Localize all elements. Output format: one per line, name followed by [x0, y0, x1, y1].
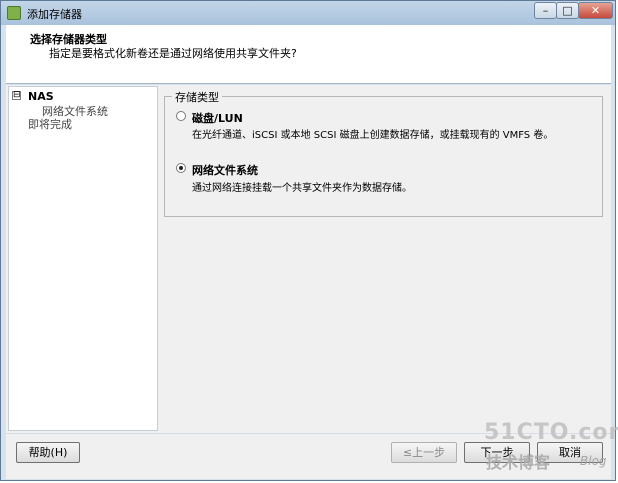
maximize-button[interactable]: □: [556, 2, 579, 19]
disk-lun-radio[interactable]: [176, 111, 186, 121]
window-title: 添加存储器: [27, 8, 82, 21]
disk-lun-label[interactable]: 磁盘/LUN: [192, 110, 243, 126]
help-button[interactable]: 帮助(H): [16, 442, 80, 463]
app-icon: [7, 6, 21, 20]
storage-type-legend: 存储类型: [172, 89, 222, 105]
collapse-icon[interactable]: ⊟: [12, 91, 21, 100]
nav-item-ready-to-complete[interactable]: 即将完成: [28, 116, 72, 132]
add-storage-window: 添加存储器 – □ ✕ 选择存储器类型 指定是要格式化新卷还是通过网络使用共享文…: [0, 0, 616, 481]
close-button[interactable]: ✕: [578, 2, 613, 19]
cancel-button[interactable]: 取消: [537, 442, 603, 463]
wizard-body: ⊟ NAS 网络文件系统 即将完成 存储类型 磁盘/LUN 在光纤通道、iSCS…: [6, 85, 611, 433]
minimize-button[interactable]: –: [534, 2, 557, 19]
step-navigation: ⊟ NAS 网络文件系统 即将完成: [8, 86, 158, 431]
title-bar[interactable]: 添加存储器 – □ ✕: [1, 1, 615, 25]
next-button[interactable]: 下一步: [464, 442, 530, 463]
nfs-radio[interactable]: [176, 163, 186, 173]
page-subtitle: 指定是要格式化新卷还是通过网络使用共享文件夹?: [49, 47, 297, 60]
nfs-description: 通过网络连接挂载一个共享文件夹作为数据存储。: [192, 183, 412, 194]
wizard-footer: 帮助(H) ≤上一步 下一步 取消: [6, 433, 611, 479]
disk-lun-description: 在光纤通道、iSCSI 或本地 SCSI 磁盘上创建数据存储，或挂载现有的 VM…: [192, 130, 554, 141]
wizard-header: 选择存储器类型 指定是要格式化新卷还是通过网络使用共享文件夹?: [6, 25, 611, 84]
nav-item-nas[interactable]: NAS: [28, 90, 54, 103]
nfs-label[interactable]: 网络文件系统: [192, 162, 258, 178]
back-button[interactable]: ≤上一步: [391, 442, 457, 463]
